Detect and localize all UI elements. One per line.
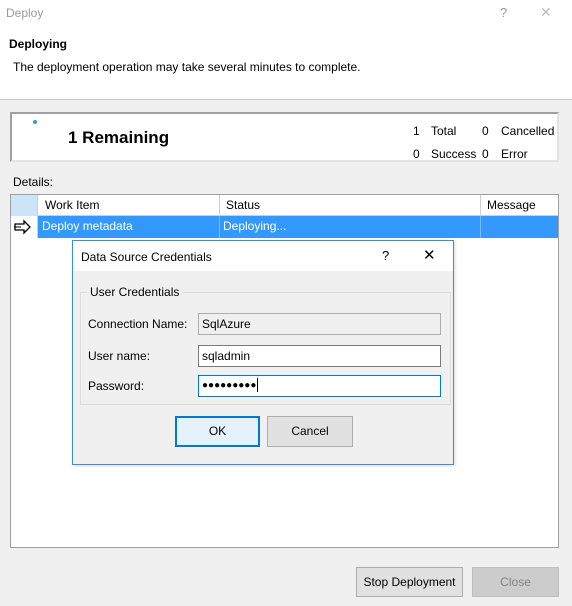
text-caret bbox=[257, 378, 259, 393]
progress-spinner-icon bbox=[33, 120, 37, 124]
help-icon[interactable]: ? bbox=[500, 5, 507, 20]
error-count: 0 bbox=[482, 147, 489, 161]
remaining-count: 1 Remaining bbox=[68, 128, 170, 147]
connection-name-label: Connection Name: bbox=[88, 317, 188, 331]
success-count: 0 bbox=[413, 147, 420, 161]
column-header-work-item[interactable]: Work Item bbox=[39, 195, 220, 216]
connection-name-field: SqlAzure bbox=[198, 313, 441, 335]
cell-work-item: Deploy metadata bbox=[39, 216, 220, 238]
window-titlebar: Deploy ? ✕ bbox=[0, 0, 572, 28]
page-title: Deploying bbox=[9, 37, 68, 51]
column-header-status[interactable]: Status bbox=[220, 195, 481, 216]
table-row[interactable]: Deploy metadata Deploying... bbox=[11, 216, 558, 238]
dialog-titlebar: Data Source Credentials ? ✕ bbox=[73, 241, 453, 271]
total-count: 1 bbox=[413, 124, 420, 138]
password-mask: ●●●●●●●●● bbox=[202, 380, 257, 391]
cancelled-label: Cancelled bbox=[501, 124, 555, 138]
username-field[interactable]: sqladmin bbox=[198, 345, 441, 367]
column-header-message[interactable]: Message bbox=[481, 195, 558, 216]
credentials-dialog: Data Source Credentials ? ✕ User Credent… bbox=[72, 240, 454, 465]
ok-button[interactable]: OK bbox=[175, 416, 260, 447]
cell-status: Deploying... bbox=[220, 216, 481, 238]
close-icon[interactable]: ✕ bbox=[540, 4, 552, 21]
stop-deployment-button[interactable]: Stop Deployment bbox=[356, 567, 463, 597]
cell-message bbox=[481, 216, 558, 238]
cancel-button[interactable]: Cancel bbox=[267, 416, 353, 447]
current-row-arrow-icon bbox=[14, 219, 31, 235]
row-indicator bbox=[11, 216, 38, 238]
dialog-close-icon[interactable]: ✕ bbox=[423, 246, 436, 264]
details-label: Details: bbox=[13, 175, 54, 189]
total-label: Total bbox=[431, 124, 457, 138]
group-label: User Credentials bbox=[87, 285, 183, 299]
window-title: Deploy bbox=[6, 6, 44, 20]
password-field[interactable]: ●●●●●●●●● bbox=[198, 375, 441, 397]
close-button[interactable]: Close bbox=[472, 567, 559, 597]
success-label: Success bbox=[431, 147, 477, 161]
dialog-title: Data Source Credentials bbox=[81, 250, 212, 264]
grid-select-all[interactable] bbox=[11, 195, 38, 216]
header-panel: Deploying The deployment operation may t… bbox=[0, 28, 572, 100]
progress-summary: 1 Remaining 1 Total 0 Cancelled 0 Succes… bbox=[10, 112, 559, 162]
page-description: The deployment operation may take severa… bbox=[13, 60, 361, 74]
error-label: Error bbox=[501, 147, 528, 161]
username-label: User name: bbox=[88, 349, 151, 363]
dialog-help-icon[interactable]: ? bbox=[382, 248, 389, 263]
password-label: Password: bbox=[88, 379, 145, 393]
cancelled-count: 0 bbox=[482, 124, 489, 138]
grid-header: Work Item Status Message bbox=[11, 195, 558, 216]
